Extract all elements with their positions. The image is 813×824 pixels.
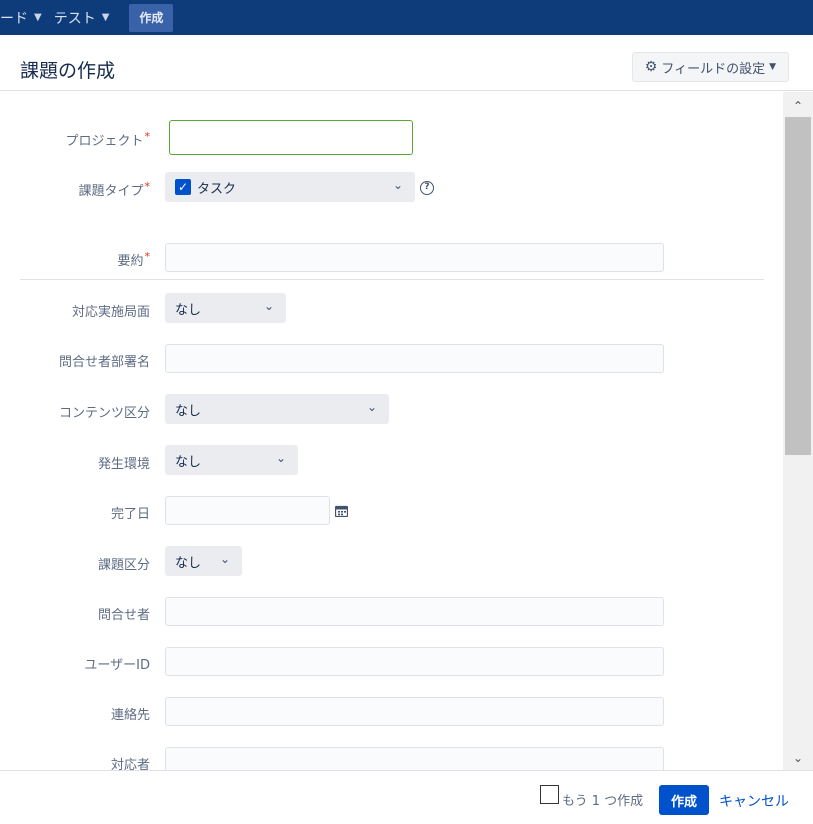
field-row-user-id: ユーザーID <box>0 646 783 676</box>
label-text: 課題タイプ <box>78 184 144 199</box>
field-label-content-category: コンテンツ区分 <box>58 406 150 421</box>
field-row-contact: 連絡先 <box>0 696 783 726</box>
create-another-checkbox[interactable] <box>540 785 559 804</box>
scroll-thumb[interactable] <box>785 117 811 455</box>
environment-select[interactable]: なし ⌄ <box>165 445 298 475</box>
response-phase-select[interactable]: なし ⌄ <box>165 293 286 323</box>
section-divider <box>20 279 764 280</box>
required-marker: * <box>144 180 151 193</box>
contact-input[interactable] <box>165 697 664 726</box>
inquirer-dept-input[interactable] <box>165 344 664 373</box>
calendar-icon[interactable] <box>335 505 348 517</box>
field-label-issue-type: 課題タイプ* <box>0 180 150 199</box>
caret-down-icon: ▼ <box>769 62 776 72</box>
nav-item-test[interactable]: テスト ▼ <box>48 0 116 35</box>
nav-create-button[interactable]: 作成 <box>129 3 174 32</box>
required-marker: * <box>144 130 151 143</box>
label-text: プロジェクト <box>65 134 144 149</box>
field-row-inquirer-dept: 問合せ者部署名 <box>0 343 783 373</box>
field-label-inquirer-dept: 問合せ者部署名 <box>58 355 150 370</box>
chevron-down-icon: ▼ <box>101 12 110 23</box>
chevron-down-icon: ▼ <box>34 12 42 23</box>
select-value: なし <box>175 403 202 419</box>
help-icon[interactable]: ? <box>420 181 434 195</box>
form-area: プロジェクト* 課題タイプ* ✓ タスク ⌄ ? 要約* 対応実施局面 なし ⌄… <box>0 92 813 770</box>
nav-item-label: テスト <box>53 10 96 27</box>
create-another-label[interactable]: もう 1 つ作成 <box>562 790 643 809</box>
field-row-environment: 発生環境 なし ⌄ <box>0 445 783 475</box>
field-label-inquirer: 問合せ者 <box>97 608 150 623</box>
scroll-down-icon[interactable]: ⌄ <box>783 748 813 768</box>
field-row-issue-type: 課題タイプ* ✓ タスク ⌄ ? <box>0 172 783 202</box>
field-label-project: プロジェクト* <box>0 130 150 149</box>
chevron-down-icon: ⌄ <box>275 451 286 465</box>
label-text: 要約 <box>117 254 144 269</box>
project-input[interactable] <box>169 120 413 155</box>
inquirer-input[interactable] <box>165 597 664 626</box>
field-row-due-date: 完了日 <box>0 495 783 525</box>
checkbox-checked-icon: ✓ <box>175 179 191 195</box>
field-label-environment: 発生環境 <box>97 457 150 472</box>
field-row-summary: 要約* <box>0 242 783 272</box>
field-row-project: プロジェクト* <box>0 120 783 156</box>
field-row-issue-category: 課題区分 なし ⌄ <box>0 546 783 576</box>
nav-item-label: ード <box>0 10 28 27</box>
issue-type-value: タスク <box>197 181 237 197</box>
field-label-due-date: 完了日 <box>110 507 150 522</box>
dialog-footer: もう 1 つ作成 作成 キャンセル <box>0 770 813 824</box>
field-row-inquirer: 問合せ者 <box>0 596 783 626</box>
assignee-input[interactable] <box>165 747 664 770</box>
field-label-summary: 要約* <box>0 250 150 269</box>
field-row-assignee: 対応者 <box>0 746 783 770</box>
chevron-down-icon: ⌄ <box>263 299 274 313</box>
select-value: なし <box>175 454 202 470</box>
dialog-title: 課題の作成 <box>20 60 116 82</box>
field-label-contact: 連絡先 <box>110 708 150 723</box>
summary-input[interactable] <box>165 243 664 272</box>
create-issue-dialog: 課題の作成 ⚙ フィールドの設定 ▼ プロジェクト* 課題タイプ* ✓ タスク … <box>0 35 813 824</box>
top-nav: ード ▼ テスト ▼ 作成 <box>0 0 813 35</box>
chevron-down-icon: ⌄ <box>366 400 377 414</box>
nav-item-dashboard[interactable]: ード ▼ <box>0 0 48 35</box>
chevron-down-icon: ⌄ <box>392 178 403 192</box>
issue-type-select[interactable]: ✓ タスク ⌄ <box>165 172 415 202</box>
field-config-label: フィールドの設定 <box>661 61 766 77</box>
scroll-up-icon[interactable]: ⌃ <box>783 96 813 116</box>
field-config-button[interactable]: ⚙ フィールドの設定 ▼ <box>631 52 789 82</box>
due-date-input[interactable] <box>165 496 330 525</box>
user-id-input[interactable] <box>165 647 664 676</box>
field-label-issue-category: 課題区分 <box>97 558 150 573</box>
dialog-header: 課題の作成 ⚙ フィールドの設定 ▼ <box>0 35 813 91</box>
chevron-down-icon: ⌄ <box>219 552 230 566</box>
gear-icon: ⚙ <box>644 59 658 75</box>
field-row-response-phase: 対応実施局面 なし ⌄ <box>0 293 783 323</box>
required-marker: * <box>144 250 151 263</box>
field-label-assignee: 対応者 <box>110 758 150 770</box>
create-button[interactable]: 作成 <box>659 785 709 815</box>
field-label-user-id: ユーザーID <box>84 658 150 673</box>
issue-category-select[interactable]: なし ⌄ <box>165 546 242 576</box>
content-category-select[interactable]: なし ⌄ <box>165 394 389 424</box>
field-label-response-phase: 対応実施局面 <box>71 305 150 320</box>
form-scrollbar[interactable]: ⌃ ⌄ <box>783 92 813 770</box>
select-value: なし <box>175 555 202 571</box>
cancel-link[interactable]: キャンセル <box>719 791 789 811</box>
field-row-content-category: コンテンツ区分 なし ⌄ <box>0 394 783 424</box>
select-value: なし <box>175 302 202 318</box>
